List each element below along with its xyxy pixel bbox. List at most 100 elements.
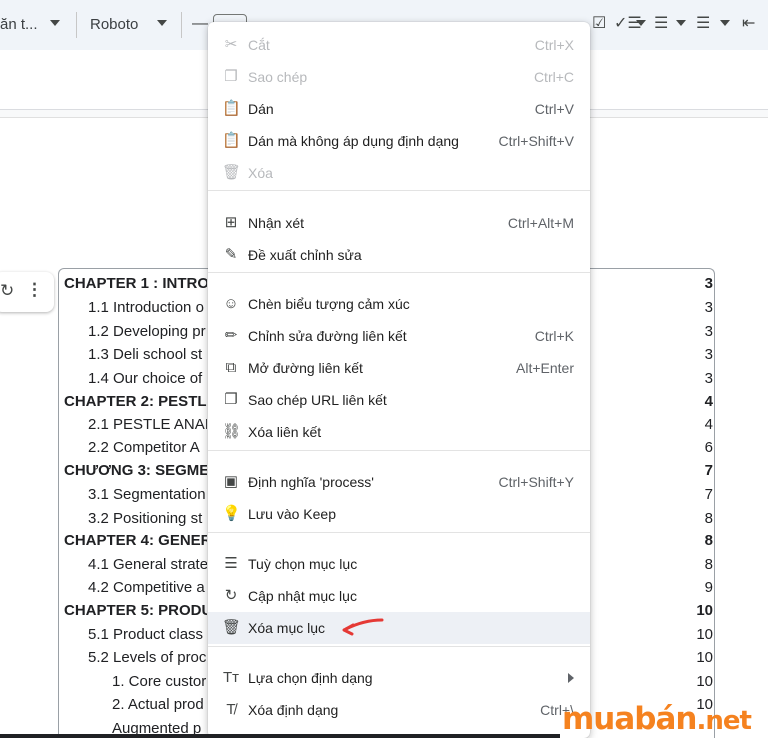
bullet-list-icon[interactable]: ☰	[654, 14, 668, 34]
font-dropdown[interactable]: Roboto	[90, 16, 138, 33]
menu-item-shortcut: Ctrl+K	[534, 328, 574, 344]
toc-entry-text[interactable]: 2.2 Competitor A	[88, 436, 207, 459]
toc-options-icon: ☰	[224, 555, 238, 572]
trash-icon: 🗑	[222, 619, 242, 636]
toc-entry-text[interactable]: 1.4 Our choice of	[88, 367, 207, 390]
indent-icon[interactable]: ⇤	[742, 14, 755, 34]
menu-item-label: Tuỳ chọn mục lục	[248, 556, 358, 572]
menu-item[interactable]: ⊞ Nhận xét Ctrl+Alt+M	[208, 207, 590, 239]
red-arrow-annotation	[342, 618, 384, 636]
toc-page-number: 3	[704, 370, 713, 387]
scissors-icon: ✂	[224, 36, 238, 53]
menu-item[interactable]: ⛓ Xóa liên kết	[208, 416, 590, 448]
paste-plain-icon: 📋	[222, 132, 241, 149]
menu-item-label: Cập nhật mục lục	[248, 588, 357, 604]
toc-page-number: 3	[704, 275, 713, 292]
menu-item-label: Xóa định dạng	[248, 702, 339, 718]
numbered-chevron-down-icon[interactable]	[720, 20, 730, 26]
watermark-logo: muabán.net	[562, 700, 752, 738]
menu-item-shortcut: Ctrl+C	[533, 69, 574, 85]
menu-item-label: Cắt	[248, 37, 270, 53]
style-chevron-down-icon[interactable]	[50, 20, 60, 26]
toc-entry-text[interactable]: 5.2 Levels of proc	[88, 646, 207, 669]
watermark-tld: .net	[696, 706, 751, 736]
toc-page-number: 10	[696, 626, 713, 643]
menu-item-label: Chỉnh sửa đường liên kết	[248, 328, 407, 344]
toc-page-number: 10	[696, 602, 713, 619]
toc-floating-toolbar: ↻ ⋮	[0, 272, 54, 312]
toc-page-number: 7	[704, 486, 713, 503]
text-format-icon: Tт	[222, 669, 240, 686]
toc-entry-text[interactable]: CHAPTER 5: PRODU	[64, 599, 207, 622]
toc-entry-text[interactable]: 1.1 Introduction o	[88, 296, 207, 319]
toc-entry-text[interactable]: 3.2 Positioning st	[88, 507, 207, 530]
toc-entry-text[interactable]: 4.2 Competitive a	[88, 576, 207, 599]
clear-format-icon: T̸	[226, 701, 236, 718]
menu-item[interactable]: ↻ Cập nhật mục lục	[208, 580, 590, 612]
menu-item[interactable]: ✎ Đề xuất chỉnh sửa	[208, 239, 590, 271]
refresh-icon[interactable]: ↻	[0, 281, 14, 301]
menu-item: ❐ Sao chép Ctrl+C	[208, 61, 590, 93]
watermark-name: muabán	[562, 701, 697, 737]
menu-item-shortcut: Ctrl+Alt+M	[507, 215, 574, 231]
menu-separator	[208, 532, 590, 533]
menu-item[interactable]: 🗑 Xóa mục lục	[208, 612, 590, 644]
menu-item[interactable]: 📋 Dán Ctrl+V	[208, 93, 590, 125]
unlink-icon: ⛓	[222, 423, 242, 440]
toc-entry-text[interactable]: CHƯƠNG 3: SEGMEI	[64, 459, 207, 482]
menu-item[interactable]: 📋 Dán mà không áp dụng định dạng Ctrl+Shif…	[208, 125, 590, 157]
menu-separator	[208, 450, 590, 451]
menu-item-shortcut: Alt+Enter	[516, 360, 574, 376]
toc-entry-text[interactable]: 3.1 Segmentation	[88, 483, 207, 506]
suggest-edit-icon: ✎	[224, 246, 238, 263]
menu-item-label: Nhận xét	[248, 215, 305, 231]
menu-item[interactable]: 💡 Lưu vào Keep	[208, 498, 590, 530]
toc-entry-text[interactable]: 2.1 PESTLE ANAI	[88, 413, 207, 436]
menu-item[interactable]: T̸ Xóa định dạng Ctrl+\	[208, 694, 590, 726]
menu-item-label: Xóa liên kết	[248, 424, 322, 440]
checklist-chevron-down-icon[interactable]	[636, 20, 646, 26]
toc-entry-text[interactable]: 1.2 Developing pr	[88, 320, 207, 343]
toc-page-number: 10	[696, 673, 713, 690]
copy-icon: ❐	[224, 68, 238, 85]
context-menu: ✂ Cắt Ctrl+X ❐ Sao chép Ctrl+C 📋 Dán Ctrl+V 📋 Dán …	[208, 22, 590, 738]
menu-item[interactable]: ❐ Sao chép URL liên kết	[208, 384, 590, 416]
toc-page-number: 6	[704, 439, 713, 456]
menu-separator	[208, 272, 590, 273]
toolbar-divider	[76, 12, 77, 38]
bullet-chevron-down-icon[interactable]	[676, 20, 686, 26]
toc-entry-text[interactable]: 4.1 General strate	[88, 553, 207, 576]
keep-icon: 💡	[222, 505, 241, 522]
menu-item-label: Sao chép URL liên kết	[248, 392, 387, 408]
menu-item-label: Định nghĩa 'process'	[248, 474, 374, 490]
trash-icon: 🗑	[222, 164, 242, 181]
more-vert-icon[interactable]: ⋮	[26, 280, 43, 300]
menu-separator	[208, 646, 590, 647]
minus-icon[interactable]: —	[192, 14, 208, 34]
menu-item-shortcut: Ctrl+X	[534, 37, 574, 53]
copy-link-icon: ❐	[224, 391, 238, 408]
menu-item-label: Mở đường liên kết	[248, 360, 363, 376]
toc-entry-text[interactable]: 1.3 Deli school st	[88, 343, 207, 366]
toc-entry-text[interactable]: 1. Core custor	[112, 670, 207, 693]
numbered-list-icon[interactable]: ☰	[696, 14, 710, 34]
menu-item[interactable]: ✏ Chỉnh sửa đường liên kết Ctrl+K	[208, 320, 590, 352]
toc-entry-text[interactable]: CHAPTER 2: PESTLI	[64, 390, 207, 413]
menu-item[interactable]: Tт Lựa chọn định dạng	[208, 662, 590, 694]
toc-entry-text[interactable]: CHAPTER 1 : INTRO	[64, 272, 207, 295]
toc-entry-text[interactable]: 2. Actual prod	[112, 693, 207, 716]
menu-item[interactable]: ☺ Chèn biểu tượng cảm xúc	[208, 288, 590, 320]
menu-item[interactable]: ☰ Tuỳ chọn mục lục	[208, 548, 590, 580]
toc-page-number: 8	[704, 556, 713, 573]
menu-item[interactable]: ▣ Định nghĩa 'process' Ctrl+Shift+Y	[208, 466, 590, 498]
toc-page-number: 7	[704, 462, 713, 479]
font-chevron-down-icon[interactable]	[157, 20, 167, 26]
toc-entry-text[interactable]: CHAPTER 4: GENER	[64, 529, 207, 552]
toc-entry-text[interactable]: 5.1 Product class	[88, 623, 207, 646]
toc-page-number: 8	[704, 510, 713, 527]
style-dropdown[interactable]: ăn t...	[0, 16, 38, 33]
checklist-icon[interactable]: ☑	[592, 14, 606, 34]
menu-item-label: Lưu vào Keep	[248, 506, 336, 522]
toc-page-number: 9	[704, 579, 713, 596]
menu-item[interactable]: ⧉ Mở đường liên kết Alt+Enter	[208, 352, 590, 384]
